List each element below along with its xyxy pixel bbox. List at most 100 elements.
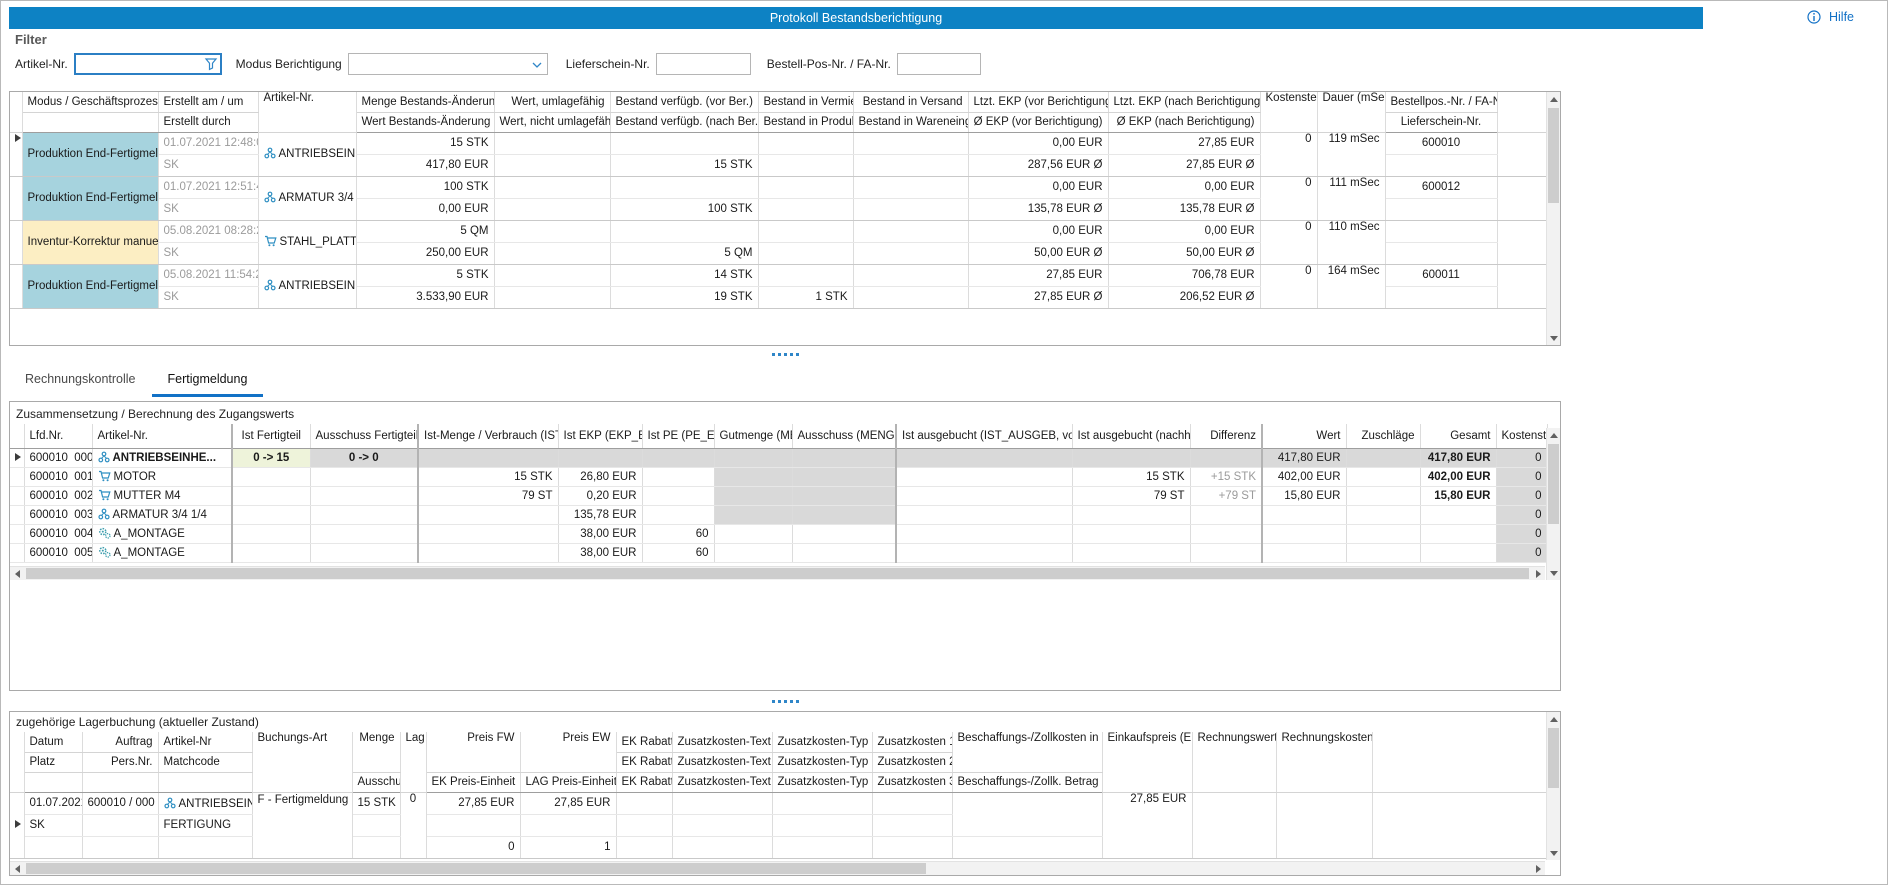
cell[interactable] [232,467,310,486]
cell[interactable] [896,543,1072,562]
cell-wert[interactable]: 417,80 EUR [1262,448,1346,467]
vertical-scrollbar[interactable] [1546,712,1560,860]
cell[interactable] [232,486,310,505]
cell-wert[interactable] [1262,543,1346,562]
cell[interactable] [1346,524,1420,543]
cell-gesamt[interactable]: 402,00 EUR [1420,467,1496,486]
cell[interactable] [1072,448,1190,467]
cell[interactable] [714,448,792,467]
row-marker-cell[interactable] [10,264,22,308]
cell-artikel[interactable]: A_MONTAGE [92,543,232,562]
cell-erstellt-durch[interactable]: SK [158,198,258,220]
cell-wert[interactable]: 15,80 EUR [1262,486,1346,505]
cell-preis-ew[interactable]: 27,85 EUR [520,792,616,814]
cell-lieferschein[interactable] [1385,286,1497,308]
cell-gesamt[interactable] [1420,505,1496,524]
cell-kostenstelle[interactable]: 0 [1496,448,1547,467]
cell-bestellpos[interactable] [1385,220,1497,242]
cell[interactable] [24,836,82,858]
help-button[interactable]: Hilfe [1807,10,1854,24]
cell[interactable] [494,198,610,220]
cell[interactable] [853,132,968,154]
table-row[interactable]: Produktion End-Fertigmeldung (7) 05.08.2… [10,264,1547,286]
cell-ist-menge[interactable]: 15 STK [418,467,558,486]
cell-menge[interactable]: 5 STK [356,264,494,286]
table-row[interactable]: Produktion End-Fertigmeldung (7) 01.07.2… [10,176,1547,198]
cell-wert[interactable]: 417,80 EUR [356,154,494,176]
cell-wert[interactable]: 0,00 EUR [356,198,494,220]
cell-bestand-nach[interactable]: 5 QM [610,242,758,264]
cell[interactable] [853,176,968,198]
cell-erstellt-durch[interactable]: SK [158,154,258,176]
cell-kostenstelle[interactable]: 0 [1260,264,1317,308]
cell[interactable] [1497,220,1547,264]
cell-ekp-nach-avg[interactable]: 206,52 EUR Ø [1108,286,1260,308]
scrollbar-thumb[interactable] [26,863,926,874]
cell-ekp-nach-avg[interactable]: 27,85 EUR Ø [1108,154,1260,176]
scroll-down-button[interactable] [1547,566,1560,580]
cell-lieferschein[interactable] [1385,242,1497,264]
table-row[interactable]: 600010 001 MOTOR 15 STK 26,80 EUR 15 STK… [10,467,1547,486]
cell[interactable] [714,524,792,543]
cell[interactable] [494,264,610,286]
cell-ausgebucht-nach[interactable] [1072,543,1190,562]
cell-erstellt-am[interactable]: 01.07.2021 12:48:00 [158,132,258,154]
cell[interactable] [494,242,610,264]
cell-ist-fertigteil[interactable]: 0 -> 15 [232,448,310,467]
bestellpos-nr-input[interactable] [897,53,981,75]
cell-ekp-nach-avg[interactable]: 50,00 EUR Ø [1108,242,1260,264]
cell-differenz[interactable] [1190,543,1262,562]
cell[interactable] [792,543,896,562]
scroll-down-button[interactable] [1547,846,1560,860]
cell-ausgebucht-nach[interactable]: 15 STK [1072,467,1190,486]
cell[interactable] [418,448,558,467]
cell-ekp-vor[interactable]: 0,00 EUR [968,220,1108,242]
cell[interactable] [520,814,616,836]
cell[interactable] [758,264,853,286]
row-marker-cell[interactable] [10,132,22,176]
row-marker-cell[interactable] [10,176,22,220]
table-row[interactable]: Produktion End-Fertigmeldung (7) 01.07.2… [10,132,1547,154]
cell-menge[interactable]: 15 STK [356,132,494,154]
cell-ist-ekp[interactable]: 26,80 EUR [558,467,642,486]
cell[interactable] [714,467,792,486]
cell[interactable] [642,448,714,467]
cell-erstellt-am[interactable]: 01.07.2021 12:51:44 [158,176,258,198]
cell-ekp-nach[interactable]: 27,85 EUR [1108,132,1260,154]
cell-buchungs-art[interactable]: F - Fertigmeldung Produktion [252,792,352,858]
horizontal-scrollbar[interactable] [10,566,1545,580]
cell-rechnungskosten[interactable] [1276,792,1372,858]
table-row[interactable]: 600010 005 A_MONTAGE 38,00 EUR 60 0 [10,543,1547,562]
cell-ekp-nach[interactable]: 0,00 EUR [1108,176,1260,198]
cell-artikel[interactable]: ARMATUR 3/4 1/4 [92,505,232,524]
cell[interactable] [792,486,896,505]
cell[interactable] [758,176,853,198]
cell-ekp-vor[interactable]: 0,00 EUR [968,132,1108,154]
cell[interactable] [714,543,792,562]
cell[interactable] [853,154,968,176]
row-marker-cell[interactable] [10,505,24,524]
cell-lfd[interactable]: 600010 002 [24,486,92,505]
cell-modus[interactable]: Produktion End-Fertigmeldung (7) [22,132,158,176]
cell[interactable] [853,264,968,286]
row-marker-cell[interactable] [10,524,24,543]
cell[interactable] [1372,792,1547,858]
cell[interactable] [792,467,896,486]
cell[interactable] [1346,486,1420,505]
scrollbar-thumb[interactable] [26,568,1529,579]
cell[interactable] [1346,543,1420,562]
cell[interactable] [853,198,968,220]
cell-gesamt[interactable]: 417,80 EUR [1420,448,1496,467]
cell-kostenstelle[interactable]: 0 [1260,132,1317,176]
scroll-up-button[interactable] [1547,712,1560,726]
horizontal-scrollbar[interactable] [10,861,1545,875]
cell[interactable] [853,242,968,264]
cell-ist-ekp[interactable]: 38,00 EUR [558,543,642,562]
cell-ekp-vor-avg[interactable]: 135,78 EUR Ø [968,198,1108,220]
row-marker-cell[interactable] [10,792,24,858]
cell-erstellt-durch[interactable]: SK [158,286,258,308]
cell-kostenstelle[interactable]: 0 [1496,467,1547,486]
table-row[interactable]: 600010 003 ARMATUR 3/4 1/4 135,78 EUR 0 [10,505,1547,524]
modus-berichtigung-select[interactable] [348,53,548,75]
cell-ausgebucht-nach[interactable] [1072,505,1190,524]
